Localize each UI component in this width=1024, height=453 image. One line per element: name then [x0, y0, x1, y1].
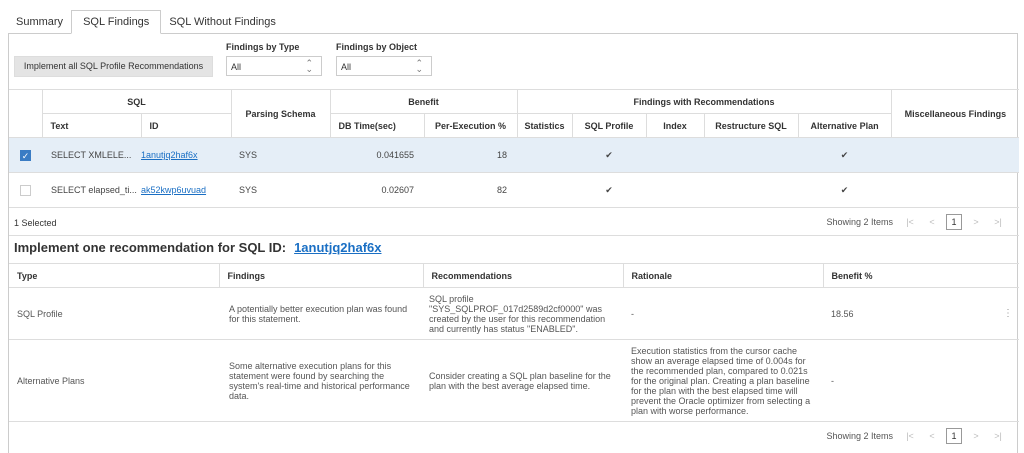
page-number[interactable]: 1	[946, 214, 962, 230]
group-header-findings-with-recommendations: Findings with Recommendations	[516, 89, 892, 114]
schema-cell: SYS	[231, 137, 331, 173]
prev-page-icon[interactable]: <	[921, 217, 943, 227]
table-row: Alternative Plans Some alternative execu…	[9, 339, 1019, 422]
column-header-type: Type	[9, 263, 220, 288]
chevron-updown-icon: ⌃ ⌄	[415, 58, 423, 74]
index-cell	[646, 172, 705, 208]
type-cell: SQL Profile	[9, 287, 219, 340]
column-header-alternative-plan[interactable]: Alternative Plan	[797, 113, 892, 138]
recommendation-table: Type Findings Recommendations Rationale …	[9, 263, 1019, 422]
chevron-updown-icon: ⌃ ⌄	[305, 58, 313, 74]
page-number[interactable]: 1	[946, 428, 962, 444]
next-page-icon[interactable]: >	[965, 431, 987, 441]
more-actions-icon[interactable]: ⋮	[1003, 308, 1013, 319]
last-page-icon[interactable]: >|	[987, 217, 1009, 227]
row-checkbox[interactable]: ✓	[20, 149, 31, 161]
findings-cell: A potentially better execution plan was …	[219, 287, 423, 340]
benefit-cell: -	[823, 339, 1019, 422]
findings-by-type-value: All	[231, 62, 242, 72]
tab-summary[interactable]: Summary	[8, 10, 71, 34]
column-header-misc-findings[interactable]: Miscellaneous Findings	[890, 89, 1020, 138]
recommendation-sql-id-link[interactable]: 1anutjq2haf6x	[294, 240, 381, 255]
sql-profile-check-icon: ✔	[572, 172, 647, 208]
column-header-index[interactable]: Index	[645, 113, 705, 138]
sql-profile-check-icon: ✔	[572, 137, 647, 173]
sql-text-cell: SELECT elapsed_ti...	[42, 172, 141, 208]
first-page-icon[interactable]: |<	[899, 431, 921, 441]
tab-sql-findings[interactable]: SQL Findings	[71, 10, 162, 34]
misc-cell	[891, 137, 1020, 173]
column-header-findings: Findings	[219, 263, 424, 288]
column-header-recommendations: Recommendations	[423, 263, 624, 288]
implement-all-sql-profiles-button[interactable]: Implement all SQL Profile Recommendation…	[14, 56, 213, 77]
misc-cell	[891, 172, 1020, 208]
table-row: SQL Profile A potentially better executi…	[9, 287, 1019, 340]
findings-by-object-label: Findings by Object	[336, 42, 418, 52]
findings-by-type-select[interactable]: All ⌃ ⌄	[226, 56, 322, 76]
recommendation-table-footer: Showing 2 Items |< < 1 > >|	[9, 422, 1019, 450]
column-header-parsing-schema[interactable]: Parsing Schema	[230, 89, 331, 138]
showing-items: Showing 2 Items	[826, 431, 893, 441]
restructure-cell	[704, 172, 799, 208]
selected-count: 1 Selected	[14, 218, 57, 228]
sql-id-link[interactable]: 1anutjq2haf6x	[141, 150, 198, 160]
column-header-statistics[interactable]: Statistics	[516, 113, 573, 138]
pagination: Showing 2 Items |< < 1 > >|	[826, 428, 1009, 444]
column-header-benefit: Benefit %	[823, 263, 1019, 288]
rationale-cell: -	[623, 287, 823, 340]
alt-plan-check-icon: ✔	[798, 172, 892, 208]
sql-id-link[interactable]: ak52kwp6uvuad	[141, 185, 206, 195]
findings-cell: Some alternative execution plans for thi…	[219, 339, 423, 422]
first-page-icon[interactable]: |<	[899, 217, 921, 227]
db-time-cell: 0.041655	[330, 137, 425, 173]
column-header-restructure-sql[interactable]: Restructure SQL	[703, 113, 799, 138]
group-header-benefit: Benefit	[329, 89, 518, 114]
prev-page-icon[interactable]: <	[921, 431, 943, 441]
rationale-cell: Execution statistics from the cursor cac…	[623, 339, 823, 422]
restructure-cell	[704, 137, 799, 173]
per-exec-cell: 18	[424, 137, 518, 173]
statistics-cell	[517, 137, 573, 173]
type-cell: Alternative Plans	[9, 339, 219, 422]
column-header-rationale: Rationale	[623, 263, 824, 288]
column-header-db-time[interactable]: DB Time(sec)	[329, 113, 425, 138]
column-header-per-execution[interactable]: Per-Execution %	[423, 113, 518, 138]
alt-plan-check-icon: ✔	[798, 137, 892, 173]
column-header-id[interactable]: ID	[140, 113, 232, 138]
table-row[interactable]: SELECT elapsed_ti... ak52kwp6uvuad SYS 0…	[9, 172, 1020, 208]
table-row[interactable]: ✓ SELECT XMLELE... 1anutjq2haf6x SYS 0.0…	[9, 137, 1020, 173]
tab-bar: Summary SQL Findings SQL Without Finding…	[8, 10, 284, 34]
index-cell	[646, 137, 705, 173]
group-header-sql: SQL	[41, 89, 232, 114]
sql-findings-panel: Implement all SQL Profile Recommendation…	[8, 33, 1020, 453]
recommendations-cell: SQL profile "SYS_SQLPROF_017d2589d2cf000…	[423, 287, 623, 340]
last-page-icon[interactable]: >|	[987, 431, 1009, 441]
findings-table-footer: 1 Selected Showing 2 Items |< < 1 > >|	[9, 208, 1019, 236]
findings-by-object-value: All	[341, 62, 352, 72]
tab-sql-without-findings[interactable]: SQL Without Findings	[161, 10, 284, 34]
select-column-header	[9, 89, 43, 138]
next-page-icon[interactable]: >	[965, 217, 987, 227]
schema-cell: SYS	[231, 172, 331, 208]
statistics-cell	[517, 172, 573, 208]
recommendations-cell: Consider creating a SQL plan baseline fo…	[423, 339, 623, 422]
db-time-cell: 0.02607	[330, 172, 425, 208]
benefit-cell: 18.56	[831, 308, 854, 319]
showing-items: Showing 2 Items	[826, 217, 893, 227]
findings-by-type-label: Findings by Type	[226, 42, 300, 52]
pagination: Showing 2 Items |< < 1 > >|	[826, 214, 1009, 230]
column-header-sql-profile[interactable]: SQL Profile	[571, 113, 647, 138]
column-header-text[interactable]: Text	[41, 113, 142, 138]
row-checkbox[interactable]	[20, 184, 31, 196]
recommendation-title: Implement one recommendation for SQL ID:	[14, 240, 287, 255]
per-exec-cell: 82	[424, 172, 518, 208]
recommendation-section-title: Implement one recommendation for SQL ID:…	[14, 240, 382, 255]
findings-by-object-select[interactable]: All ⌃ ⌄	[336, 56, 432, 76]
sql-text-cell: SELECT XMLELE...	[42, 137, 141, 173]
sql-findings-table: SQL Parsing Schema Benefit Findings with…	[9, 89, 1020, 208]
